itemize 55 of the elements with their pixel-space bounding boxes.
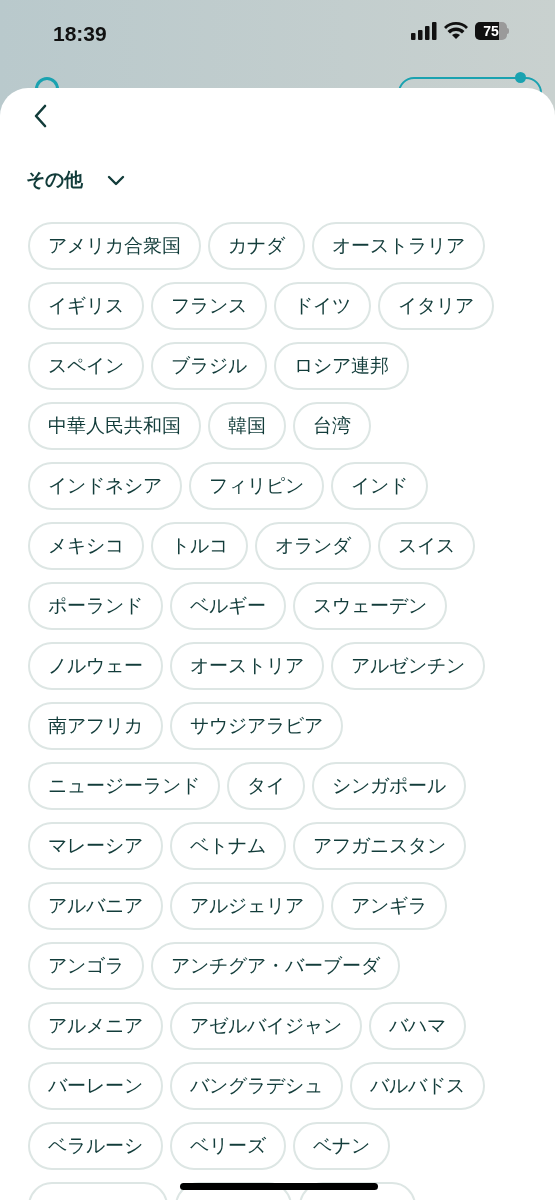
country-chip[interactable]: ノルウェー	[28, 642, 163, 690]
country-chip[interactable]: 韓国	[208, 402, 286, 450]
section-toggle[interactable]: その他	[26, 166, 125, 195]
country-chip[interactable]: タイ	[227, 762, 305, 810]
country-chip[interactable]: インドネシア	[28, 462, 182, 510]
country-chip[interactable]: バハマ	[369, 1002, 466, 1050]
country-chip[interactable]: バングラデシュ	[170, 1062, 343, 1110]
country-chip[interactable]: アンゴラ	[28, 942, 144, 990]
country-chip[interactable]: アンチグア・バーブーダ	[151, 942, 400, 990]
country-chip[interactable]: シンガポール	[312, 762, 466, 810]
chevron-icon	[107, 174, 125, 186]
country-chip[interactable]: 中華人民共和国	[28, 402, 201, 450]
country-chip[interactable]: スイス	[378, 522, 475, 570]
country-chip[interactable]: スペイン	[28, 342, 144, 390]
country-chip[interactable]: ベリーズ	[170, 1122, 286, 1170]
country-chip[interactable]: ドイツ	[274, 282, 371, 330]
country-chip[interactable]: ポーランド	[28, 582, 163, 630]
country-chip[interactable]: アメリカ合衆国	[28, 222, 201, 270]
country-chip[interactable]: サウジアラビア	[170, 702, 343, 750]
country-chip[interactable]: 台湾	[293, 402, 371, 450]
country-chip[interactable]: ブラジル	[151, 342, 267, 390]
country-chip[interactable]: オランダ	[255, 522, 371, 570]
country-chip[interactable]: 南アフリカ	[28, 702, 163, 750]
country-chip[interactable]: イタリア	[378, 282, 494, 330]
wifi-icon	[444, 22, 468, 40]
country-chip[interactable]: アルゼンチン	[331, 642, 485, 690]
country-chip[interactable]: カナダ	[208, 222, 305, 270]
country-chip[interactable]: イギリス	[28, 282, 144, 330]
country-chip[interactable]: フィリピン	[189, 462, 324, 510]
country-chip[interactable]: バーレーン	[28, 1062, 163, 1110]
country-chip[interactable]: アルメニア	[28, 1002, 163, 1050]
country-chip[interactable]: アンギラ	[331, 882, 447, 930]
country-chip[interactable]: アフガニスタン	[293, 822, 466, 870]
country-chip[interactable]: バルバドス	[350, 1062, 485, 1110]
country-chip[interactable]: トルコ	[151, 522, 248, 570]
country-chip[interactable]: ロシア連邦	[274, 342, 409, 390]
country-chip[interactable]: フランス	[151, 282, 267, 330]
country-chip[interactable]: オーストリア	[170, 642, 324, 690]
country-chip[interactable]: マレーシア	[28, 822, 163, 870]
country-chip[interactable]: アルバニア	[28, 882, 163, 930]
country-chip[interactable]: ベナン	[293, 1122, 390, 1170]
country-chip[interactable]: メキシコ	[28, 522, 144, 570]
country-chip[interactable]: オーストラリア	[312, 222, 485, 270]
country-chip[interactable]: アルジェリア	[170, 882, 324, 930]
country-chip[interactable]: スウェーデン	[293, 582, 447, 630]
country-chip[interactable]: インド	[331, 462, 428, 510]
country-chip[interactable]: ニュージーランド	[28, 762, 220, 810]
battery-level: 75	[482, 22, 500, 40]
country-chip[interactable]: アゼルバイジャン	[170, 1002, 362, 1050]
back-icon	[33, 104, 47, 128]
country-chip[interactable]: ベラルーシ	[28, 1122, 163, 1170]
country-chip[interactable]: ベトナム	[170, 822, 286, 870]
country-chip[interactable]: ベルギー	[170, 582, 286, 630]
status-time: 18:39	[53, 21, 107, 47]
signal-icon	[411, 22, 437, 40]
